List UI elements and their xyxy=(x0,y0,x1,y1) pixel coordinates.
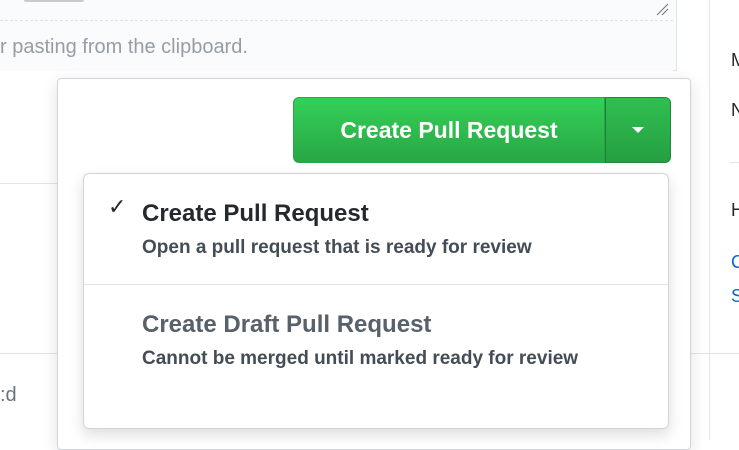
sidebar-link-cut[interactable]: C xyxy=(731,252,739,273)
menu-item-create-pull-request[interactable]: ✓ Create Pull Request Open a pull reques… xyxy=(84,174,668,284)
paste-hint-text: r pasting from the clipboard. xyxy=(0,36,248,58)
menu-item-description: Open a pull request that is ready for re… xyxy=(142,237,532,258)
sidebar-text-cut: H xyxy=(731,200,739,220)
create-pr-dropdown-toggle[interactable] xyxy=(605,97,671,163)
divider xyxy=(0,183,60,184)
create-pull-request-button[interactable]: Create Pull Request xyxy=(293,97,605,163)
menu-item-title: Create Draft Pull Request xyxy=(142,311,432,338)
menu-item-title: Create Pull Request xyxy=(142,200,369,227)
menu-item-description: Cannot be merged until marked ready for … xyxy=(142,348,579,369)
sidebar-section-divider xyxy=(730,162,739,163)
cut-off-text: :d xyxy=(0,384,17,406)
resize-handle-icon[interactable] xyxy=(655,2,669,16)
create-pull-request-button-label: Create Pull Request xyxy=(340,116,558,143)
sidebar-link-cut[interactable]: S xyxy=(731,286,739,307)
check-icon: ✓ xyxy=(108,194,127,219)
menu-item-create-draft-pull-request[interactable]: Create Draft Pull Request Cannot be merg… xyxy=(84,284,668,430)
cut-off-text xyxy=(24,0,84,2)
sidebar-text-cut: N xyxy=(731,100,739,120)
create-pr-button-group: Create Pull Request xyxy=(293,97,671,163)
caret-down-icon xyxy=(632,127,644,133)
create-pr-options-menu: ✓ Create Pull Request Open a pull reques… xyxy=(83,173,669,429)
sidebar-divider xyxy=(709,0,710,440)
sidebar-text-cut: M xyxy=(731,50,739,70)
